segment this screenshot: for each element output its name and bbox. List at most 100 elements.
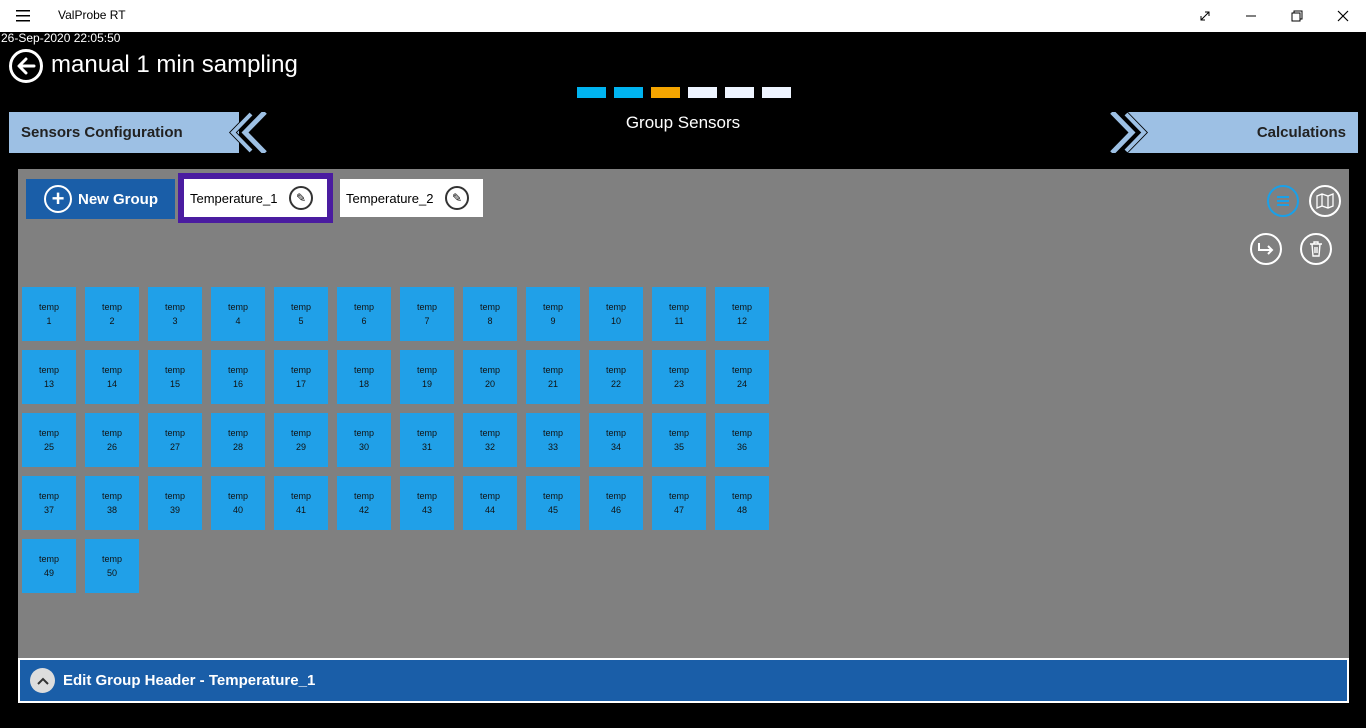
sensor-tile[interactable]: temp 28 — [211, 413, 265, 467]
sensor-tile-number: 26 — [106, 442, 117, 452]
restore-icon[interactable] — [1274, 0, 1320, 32]
sensor-tile[interactable]: temp 24 — [715, 350, 769, 404]
sensor-tile-number: 47 — [673, 505, 684, 515]
list-view-icon[interactable] — [1267, 185, 1299, 217]
sensor-tile[interactable]: temp 14 — [85, 350, 139, 404]
sensor-tile[interactable]: temp 9 — [526, 287, 580, 341]
sensor-tile-number: 13 — [43, 379, 54, 389]
sensor-tile[interactable]: temp 13 — [22, 350, 76, 404]
sensor-tile[interactable]: temp 12 — [715, 287, 769, 341]
sensor-tile[interactable]: temp 46 — [589, 476, 643, 530]
sensor-tile-prefix: temp — [227, 428, 248, 438]
sensor-tile[interactable]: temp 45 — [526, 476, 580, 530]
sensor-tile-number: 24 — [736, 379, 747, 389]
new-group-button[interactable]: + New Group — [26, 179, 175, 219]
progress-step — [577, 87, 606, 98]
hamburger-icon[interactable] — [10, 6, 36, 26]
sensor-tile[interactable]: temp 16 — [211, 350, 265, 404]
map-view-icon[interactable] — [1309, 185, 1341, 217]
sensor-tile-number: 7 — [424, 316, 430, 326]
group-tab-temperature-2[interactable]: Temperature_2 ✎ — [340, 179, 483, 217]
sensor-tile[interactable]: temp 47 — [652, 476, 706, 530]
sensor-tile-number: 37 — [43, 505, 54, 515]
resize-icon[interactable] — [1182, 0, 1228, 32]
group-tab-temperature-1[interactable]: Temperature_1 ✎ — [178, 173, 333, 223]
chevron-left-icon — [229, 112, 267, 153]
sensor-tile-number: 19 — [421, 379, 432, 389]
sensor-tile-prefix: temp — [731, 491, 752, 501]
close-icon[interactable] — [1320, 0, 1366, 32]
sensor-tile[interactable]: temp 29 — [274, 413, 328, 467]
sensor-tile[interactable]: temp 32 — [463, 413, 517, 467]
edit-pencil-icon[interactable]: ✎ — [445, 186, 469, 210]
sensor-tile[interactable]: temp 19 — [400, 350, 454, 404]
sensor-tile[interactable]: temp 40 — [211, 476, 265, 530]
sensor-tile[interactable]: temp 25 — [22, 413, 76, 467]
delete-trash-icon[interactable] — [1300, 233, 1332, 265]
sensor-tile[interactable]: temp 27 — [148, 413, 202, 467]
sensor-tile-number: 32 — [484, 442, 495, 452]
sensor-tile[interactable]: temp 21 — [526, 350, 580, 404]
sensor-tile-prefix: temp — [731, 365, 752, 375]
sensor-tile[interactable]: temp 49 — [22, 539, 76, 593]
sensor-tile-prefix: temp — [353, 302, 374, 312]
sensor-tile[interactable]: temp 50 — [85, 539, 139, 593]
sensor-tile-prefix: temp — [416, 491, 437, 501]
sensor-tile-number: 27 — [169, 442, 180, 452]
sensor-tile[interactable]: temp 1 — [22, 287, 76, 341]
back-arrow-icon[interactable] — [9, 49, 43, 83]
sensor-tile[interactable]: temp 43 — [400, 476, 454, 530]
sensor-tile[interactable]: temp 7 — [400, 287, 454, 341]
sensor-tile-number: 5 — [298, 316, 304, 326]
sensor-tile-prefix: temp — [668, 428, 689, 438]
sensor-tile-number: 50 — [106, 568, 117, 578]
sensor-tile[interactable]: temp 2 — [85, 287, 139, 341]
current-step-label: Group Sensors — [625, 113, 741, 132]
sensor-tile[interactable]: temp 38 — [85, 476, 139, 530]
edit-group-header-label: Edit Group Header - Temperature_1 — [63, 672, 316, 689]
prev-step-button[interactable]: Sensors Configuration — [9, 112, 267, 153]
sensor-tile[interactable]: temp 44 — [463, 476, 517, 530]
sensor-tile[interactable]: temp 10 — [589, 287, 643, 341]
sensor-tile-number: 16 — [232, 379, 243, 389]
sensor-tile[interactable]: temp 30 — [337, 413, 391, 467]
sensor-tile[interactable]: temp 6 — [337, 287, 391, 341]
sensor-tile[interactable]: temp 18 — [337, 350, 391, 404]
sensor-tile[interactable]: temp 20 — [463, 350, 517, 404]
sensor-tile[interactable]: temp 31 — [400, 413, 454, 467]
sensor-tile[interactable]: temp 11 — [652, 287, 706, 341]
sensor-tile[interactable]: temp 34 — [589, 413, 643, 467]
edit-pencil-icon[interactable]: ✎ — [289, 186, 313, 210]
sensor-tile[interactable]: temp 37 — [22, 476, 76, 530]
sensor-tile[interactable]: temp 26 — [85, 413, 139, 467]
new-group-label: New Group — [78, 190, 159, 208]
sensor-tile-prefix: temp — [605, 491, 626, 501]
sensor-tile-prefix: temp — [38, 428, 59, 438]
edit-group-header-bar[interactable]: Edit Group Header - Temperature_1 — [18, 658, 1349, 703]
sensor-tile[interactable]: temp 33 — [526, 413, 580, 467]
sensor-tile[interactable]: temp 8 — [463, 287, 517, 341]
sensor-tile[interactable]: temp 35 — [652, 413, 706, 467]
sensor-tile[interactable]: temp 4 — [211, 287, 265, 341]
sensor-tile[interactable]: temp 22 — [589, 350, 643, 404]
sensor-tile[interactable]: temp 41 — [274, 476, 328, 530]
sensor-tile[interactable]: temp 36 — [715, 413, 769, 467]
sensor-tile[interactable]: temp 48 — [715, 476, 769, 530]
sensor-tile-prefix: temp — [353, 491, 374, 501]
sensor-tile[interactable]: temp 39 — [148, 476, 202, 530]
sensor-tile-prefix: temp — [101, 302, 122, 312]
sensor-tile[interactable]: temp 5 — [274, 287, 328, 341]
minimize-icon[interactable] — [1228, 0, 1274, 32]
chevron-up-icon[interactable] — [30, 668, 55, 693]
prev-step-label: Sensors Configuration — [21, 124, 183, 141]
sensor-tile-prefix: temp — [731, 302, 752, 312]
sensor-tile[interactable]: temp 42 — [337, 476, 391, 530]
sensor-tile[interactable]: temp 3 — [148, 287, 202, 341]
sensor-tile[interactable]: temp 15 — [148, 350, 202, 404]
move-sensor-icon[interactable] — [1250, 233, 1282, 265]
sensor-tile[interactable]: temp 23 — [652, 350, 706, 404]
next-step-button[interactable]: Calculations — [1108, 112, 1358, 153]
sensor-tile-prefix: temp — [290, 365, 311, 375]
sensor-tile[interactable]: temp 17 — [274, 350, 328, 404]
sensor-tile-prefix: temp — [38, 491, 59, 501]
